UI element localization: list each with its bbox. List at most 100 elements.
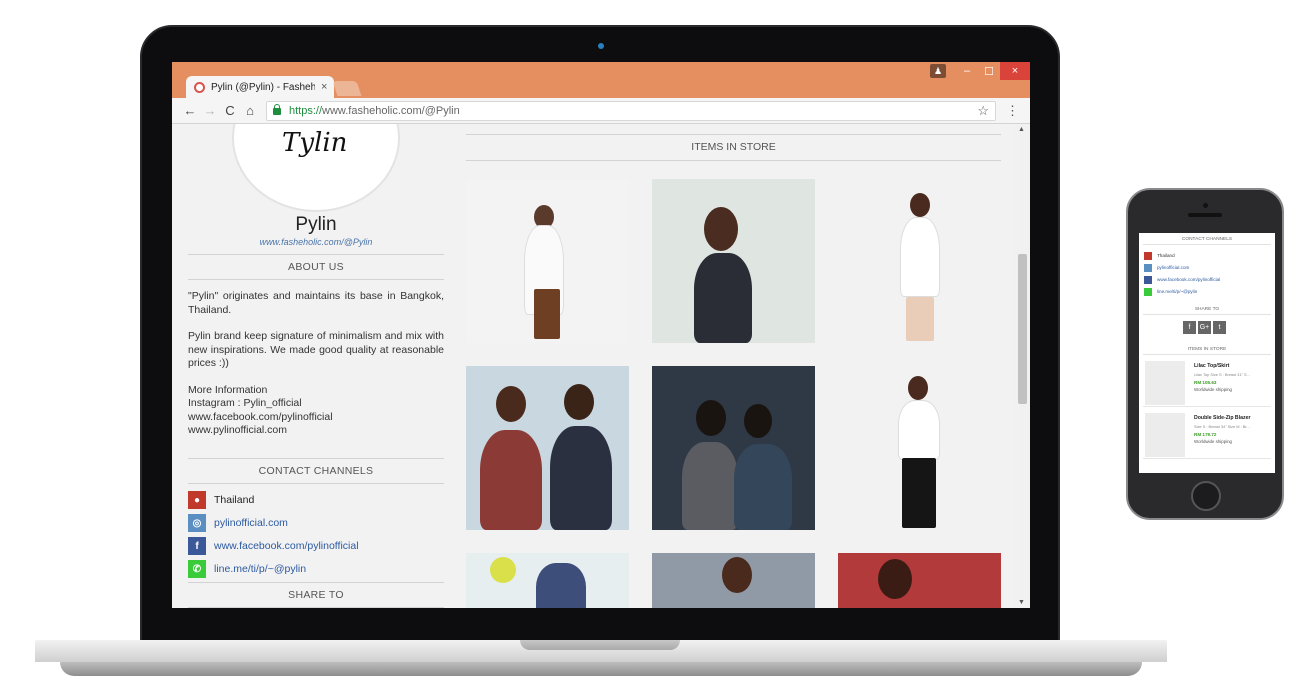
browser-toolbar: ← → C ⌂ https:// www.fasheholic.com/@Pyl… [172,98,1030,124]
product-photo[interactable] [466,179,629,343]
maximize-button[interactable]: ☐ [980,62,998,80]
twitter-share-button[interactable]: t [1213,321,1226,334]
map-pin-icon [1144,251,1152,260]
favicon-icon [194,81,205,93]
items-in-store-heading: ITEMS IN STORE [466,134,1001,161]
reload-button[interactable]: C [220,103,240,118]
phone-contact-link[interactable]: line.me/ti/p/~@pylin [1157,289,1197,294]
address-bar[interactable]: https:// www.fasheholic.com/@Pylin ☆ [266,101,996,121]
phone-item-title: Lilac Top/Skirt [1194,363,1230,369]
forward-button[interactable]: → [200,103,220,118]
product-photo[interactable] [838,366,1001,530]
url-path: www.fasheholic.com/@Pylin [322,105,460,117]
product-photo[interactable] [466,366,629,530]
about-info-line: More Information [188,383,268,396]
contact-line[interactable]: ✆ line.me/ti/p/~@pylin [188,559,444,579]
laptop-base-bottom [60,662,1142,676]
facebook-icon [1144,275,1152,284]
phone-contact-link[interactable]: pylinofficial.com [1157,265,1189,270]
line-icon: ✆ [188,560,206,578]
phone-item-shipping: Worldwide shipping [1194,439,1232,444]
phone-store-item[interactable]: Lilac Top/Skirt Lilac Top Size S : Breas… [1143,359,1271,407]
phone-item-desc: Size S : Breast 34" Size M : Br... [1194,424,1250,429]
webcam-icon [598,43,604,49]
scroll-down-icon[interactable]: ▼ [1018,599,1025,606]
phone-item-thumbnail [1145,361,1185,405]
phone-contact-link[interactable]: www.facebook.com/pylinofficial [1157,277,1220,282]
facebook-icon: f [188,537,206,555]
phone-item-shipping: Worldwide shipping [1194,387,1232,392]
phone-store-item[interactable]: Double Side-Zip Blazer Size S : Breast 3… [1143,411,1271,459]
product-photo[interactable] [838,553,1001,608]
close-window-button[interactable]: × [1000,62,1030,80]
laptop-notch [520,640,680,650]
phone-item-price: RM 179.72 [1194,432,1217,437]
contact-facebook[interactable]: f www.facebook.com/pylinofficial [188,536,444,556]
phone-item-thumbnail [1145,413,1185,457]
phone-camera-icon [1203,203,1208,208]
google-plus-share-button[interactable]: G+ [1198,321,1211,334]
phone-contact-row[interactable]: www.facebook.com/pylinofficial [1144,275,1220,284]
product-photo[interactable] [652,366,815,530]
contact-line-link[interactable]: line.me/ti/p/~@pylin [214,563,306,575]
globe-icon: ◎ [188,514,206,532]
phone-share-heading: SHARE TO [1143,307,1271,315]
phone-contact-row[interactable]: pylinofficial.com [1144,263,1189,272]
about-paragraph: Pylin brand keep signature of minimalism… [188,330,444,369]
phone-screen: CONTACT CHANNELS Thailand pylinofficial.… [1139,233,1275,473]
page-scrollbar[interactable]: ▲ ▼ [1015,124,1030,608]
line-icon [1144,287,1152,296]
avatar-logo-text: Tylin [282,128,348,158]
bookmark-star-icon[interactable]: ☆ [977,103,989,119]
back-button[interactable]: ← [180,103,200,118]
home-button[interactable]: ⌂ [240,103,260,118]
about-info-line: Instagram : Pylin_official [188,397,302,409]
product-photo[interactable] [466,553,629,608]
about-text: "Pylin" originates and maintains its bas… [188,290,444,438]
contact-website[interactable]: ◎ pylinofficial.com [188,513,444,533]
phone-share-buttons: f G+ t [1183,321,1226,334]
profile-url-link[interactable]: www.fasheholic.com/@Pylin [188,237,444,247]
tab-title: Pylin (@Pylin) - Fasheholic [211,81,315,93]
phone-speaker [1188,213,1222,217]
contact-website-link[interactable]: pylinofficial.com [214,517,288,529]
map-pin-icon: ● [188,491,206,509]
about-info-line: www.facebook.com/pylinofficial [188,410,333,423]
phone-contact-row: Thailand [1144,251,1175,260]
phone-contact-row[interactable]: line.me/ti/p/~@pylin [1144,287,1197,296]
tab-bar: Pylin (@Pylin) - Fasheholic × ♟ – ☐ × [172,62,1030,98]
phone-home-button[interactable] [1191,481,1221,511]
new-tab-button[interactable] [332,81,362,96]
product-photo[interactable] [652,553,815,608]
browser-menu-icon[interactable]: ⋮ [1006,103,1019,119]
product-photo[interactable] [838,179,1001,343]
profile-avatar: Tylin [232,124,400,212]
contact-location-text: Thailand [214,494,255,506]
profile-icon[interactable]: ♟ [930,64,946,78]
url-scheme: https:// [289,105,323,117]
page-viewport: Tylin Pylin www.fasheholic.com/@Pylin AB… [172,124,1015,608]
share-heading: SHARE TO [188,582,444,608]
about-info-line: www.pylinofficial.com [188,424,288,436]
globe-icon [1144,263,1152,272]
facebook-share-button[interactable]: f [1183,321,1196,334]
phone-item-price: RM 105.63 [1194,380,1217,385]
phone-item-desc: Lilac Top Size S : Breast 31" S... [1194,372,1250,377]
minimize-button[interactable]: – [958,62,976,80]
lock-icon [273,103,281,115]
about-paragraph: "Pylin" originates and maintains its bas… [188,290,444,316]
product-photo[interactable] [652,179,815,343]
phone-contact-heading: CONTACT CHANNELS [1143,237,1271,245]
about-heading: ABOUT US [188,254,444,280]
profile-name: Pylin [295,214,337,235]
phone-contact-text: Thailand [1157,253,1175,258]
scroll-thumb[interactable] [1018,254,1027,404]
phone-store-heading: ITEMS IN STORE [1143,347,1271,355]
scroll-up-icon[interactable]: ▲ [1018,126,1025,133]
tab-close-button[interactable]: × [321,81,327,93]
contact-facebook-link[interactable]: www.facebook.com/pylinofficial [214,540,359,552]
browser-tab[interactable]: Pylin (@Pylin) - Fasheholic × [186,76,334,98]
contact-heading: CONTACT CHANNELS [188,458,444,484]
contact-location: ● Thailand [188,490,444,510]
phone-item-title: Double Side-Zip Blazer [1194,415,1251,421]
